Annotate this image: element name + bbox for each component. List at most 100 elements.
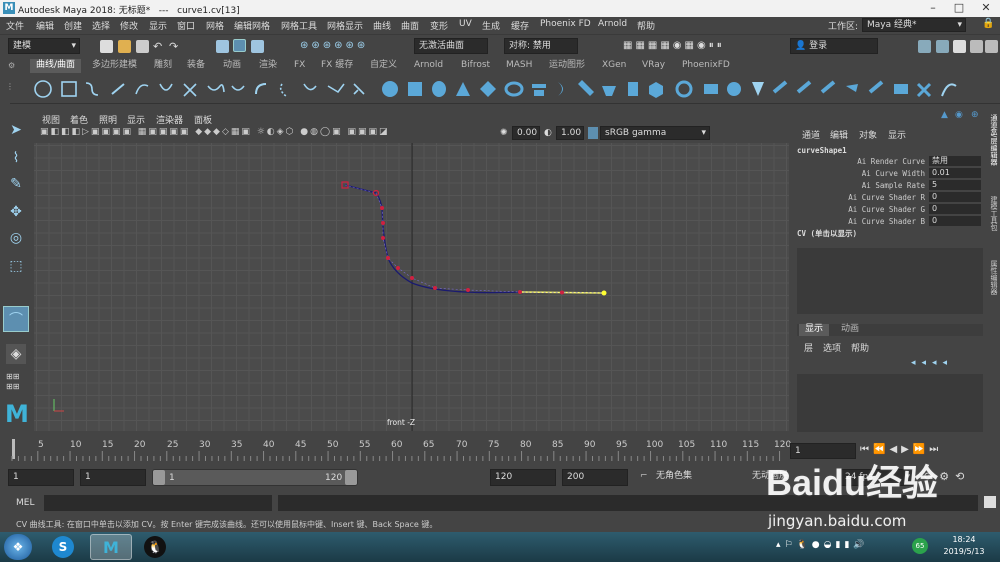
gamma-field[interactable]: 1.00 — [556, 126, 584, 140]
tab-curves-surfaces[interactable]: 曲线/曲面 — [30, 59, 82, 73]
loft-icon[interactable] — [558, 82, 563, 96]
layer-menu-layers[interactable]: 层 — [804, 341, 813, 354]
trim-tool-icon[interactable] — [796, 80, 812, 94]
mel-label[interactable]: MEL — [16, 498, 34, 508]
lasso-tool-icon[interactable]: ⌇ — [6, 148, 26, 168]
cv-point[interactable] — [396, 266, 400, 270]
attr-value[interactable]: 0 — [929, 192, 981, 202]
intersect-surfaces-icon[interactable] — [772, 80, 788, 94]
shelf-options-icon[interactable]: ⚙ — [8, 61, 20, 71]
menu-window[interactable]: 窗口 — [177, 19, 195, 32]
tab-sculpting[interactable]: 雕刻 — [148, 59, 178, 73]
attach-surface-icon[interactable] — [868, 80, 884, 94]
detach-surface-icon[interactable] — [894, 84, 908, 94]
menu-phoenix[interactable]: Phoenix FD — [540, 19, 591, 29]
attribute-editor-icon[interactable] — [953, 40, 966, 53]
planar-icon[interactable] — [578, 80, 594, 96]
nurbs-circle-icon[interactable] — [34, 80, 52, 98]
range-slider-handle-right[interactable] — [345, 470, 357, 485]
tab-anim-layers[interactable]: 动画 — [835, 324, 865, 336]
attr-value[interactable]: 5 — [929, 180, 981, 190]
exposure-field[interactable]: 0.00 — [512, 126, 540, 140]
cv-section-label[interactable]: CV (单击以显示) — [797, 228, 857, 239]
playback-start-field[interactable]: 1 — [80, 469, 146, 486]
move-tool-icon[interactable]: ✥ — [6, 202, 26, 222]
nurbs-plane-icon[interactable] — [480, 81, 496, 97]
nurbs-cone-icon[interactable] — [456, 82, 470, 96]
menu-uv[interactable]: UV — [459, 19, 472, 29]
side-tab-modeling-toolkit[interactable]: 建模工具包 — [989, 196, 999, 252]
menu-mesh-display[interactable]: 网格显示 — [327, 19, 363, 32]
cv-point[interactable] — [560, 290, 564, 295]
rotate-tool-icon[interactable]: ◎ — [6, 228, 26, 248]
nurbs-square-icon[interactable] — [61, 81, 77, 97]
side-tab-attribute-editor[interactable]: 属性编辑器 — [989, 260, 999, 316]
vp-menu-renderer[interactable]: 渲染器 — [156, 113, 183, 126]
cv-curve-tool-icon[interactable]: ⌒ — [3, 306, 29, 332]
vp-menu-show[interactable]: 显示 — [127, 113, 145, 126]
tab-poly-modeling[interactable]: 多边形建模 — [86, 59, 143, 73]
maya-taskbar-icon[interactable]: M — [90, 534, 132, 560]
extrude-icon[interactable] — [602, 86, 616, 96]
attr-value[interactable]: 0 — [929, 204, 981, 214]
tab-xgen[interactable]: XGen — [596, 59, 632, 73]
browser-taskbar-icon[interactable]: S — [52, 536, 74, 558]
tab-motion-graphics[interactable]: 运动图形 — [543, 59, 591, 73]
cv-point[interactable] — [386, 256, 390, 260]
layer-menu-options[interactable]: 选项 — [823, 341, 841, 354]
redo-icon[interactable]: ↷ — [169, 40, 182, 53]
cv-point[interactable] — [518, 290, 522, 294]
boundary-icon[interactable] — [649, 82, 663, 98]
attr-value[interactable]: 0 — [929, 216, 981, 226]
cv-point[interactable] — [381, 221, 385, 225]
nurbs-cube-icon[interactable] — [408, 82, 422, 96]
menu-edit-mesh[interactable]: 编辑网格 — [234, 19, 270, 32]
qq-taskbar-icon[interactable]: 🐧 — [144, 536, 166, 558]
cb-menu-edit[interactable]: 编辑 — [830, 128, 848, 141]
fillet-curve-icon[interactable] — [255, 83, 267, 95]
offset-curve-icon[interactable] — [279, 83, 287, 97]
panel-pin-icon[interactable]: ▲ — [941, 110, 948, 120]
undo-icon[interactable]: ↶ — [153, 40, 166, 53]
menu-mesh-tools[interactable]: 网格工具 — [281, 19, 317, 32]
bezier-curve-icon[interactable] — [159, 83, 173, 91]
new-scene-icon[interactable] — [100, 40, 113, 53]
lock-icon[interactable]: 🔒 — [982, 18, 995, 32]
extend-surface-icon[interactable] — [846, 84, 858, 92]
vp-menu-view[interactable]: 视图 — [42, 113, 60, 126]
menu-curves[interactable]: 曲线 — [373, 19, 391, 32]
select-component-icon[interactable] — [251, 40, 264, 53]
tab-custom[interactable]: 自定义 — [364, 59, 403, 73]
tab-display-layers[interactable]: 显示 — [799, 324, 830, 336]
viewport-front[interactable]: front -Z — [34, 143, 789, 431]
stitch-icon[interactable] — [916, 82, 932, 98]
cv-point-selected[interactable] — [601, 290, 607, 296]
vp-menu-shading[interactable]: 着色 — [70, 113, 88, 126]
cv-point[interactable] — [410, 276, 414, 280]
select-object-icon[interactable] — [233, 39, 246, 52]
start-time-field[interactable]: 1 — [8, 469, 74, 486]
tab-rigging[interactable]: 装备 — [181, 59, 211, 73]
rebuild-curve-icon[interactable] — [303, 83, 317, 91]
channel-box-icon[interactable] — [985, 40, 998, 53]
panel-refresh-icon[interactable]: ◉ — [955, 110, 963, 120]
cv-point[interactable] — [380, 206, 384, 210]
panel-menu-icon[interactable]: ⊕ — [971, 110, 979, 120]
cb-menu-show[interactable]: 显示 — [888, 128, 906, 141]
cb-menu-object[interactable]: 对象 — [859, 128, 877, 141]
menu-cache[interactable]: 缓存 — [511, 19, 529, 32]
workspace-dropdown[interactable]: Maya 经典* ▾ — [862, 18, 966, 32]
playback-end-field[interactable]: 120 — [490, 469, 556, 486]
tab-mash[interactable]: MASH — [500, 59, 538, 73]
menu-select[interactable]: 选择 — [92, 19, 110, 32]
attr-value[interactable]: 0.01 — [929, 168, 981, 178]
maximize-icon[interactable]: □ — [946, 0, 972, 17]
live-surface-field[interactable]: 无激活曲面 — [414, 38, 488, 54]
revolve-icon[interactable] — [532, 84, 546, 96]
tab-rendering[interactable]: 渲染 — [253, 59, 283, 73]
menu-display[interactable]: 显示 — [149, 19, 167, 32]
untrim-icon[interactable] — [820, 80, 836, 94]
range-slider[interactable]: 1 120 — [152, 469, 358, 486]
menu-surfaces[interactable]: 曲面 — [401, 19, 419, 32]
bevel-icon[interactable] — [704, 84, 718, 94]
